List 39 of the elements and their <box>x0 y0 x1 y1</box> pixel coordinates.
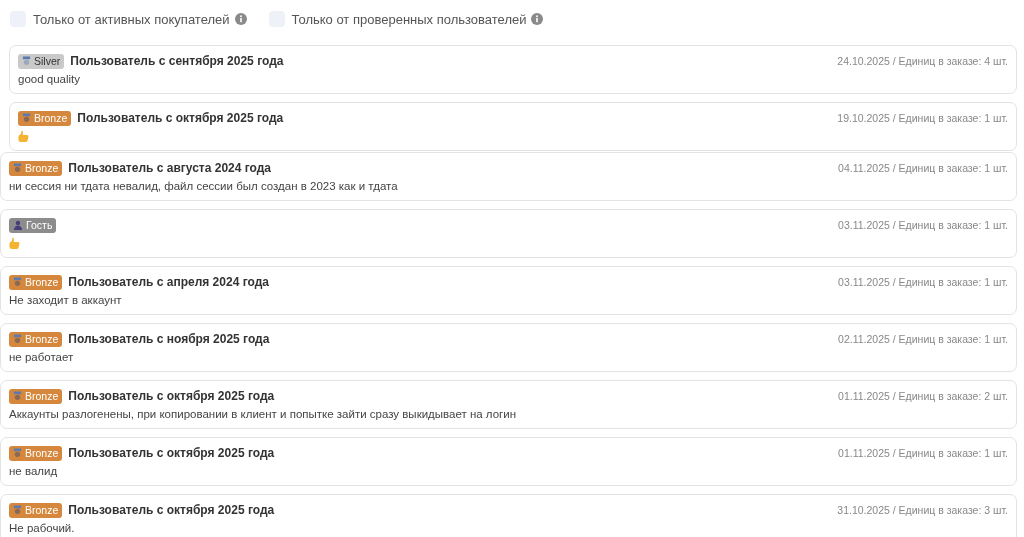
review-text: не работает <box>9 351 75 363</box>
filter-label[interactable]: Только от активных покупателей <box>33 11 230 27</box>
filter-label[interactable]: Только от проверенных пользователей <box>291 11 527 27</box>
tier-badge: Bronze <box>18 110 72 126</box>
review-meta: 01.11.2025 / Единиц в заказе: 1 шт. <box>838 447 1008 459</box>
review-meta: 03.11.2025 / Единиц в заказе: 1 шт. <box>838 276 1008 288</box>
review-meta: 04.11.2025 / Единиц в заказе: 1 шт. <box>838 162 1008 174</box>
tier-badge: Bronze <box>9 388 63 404</box>
tier-badge: Bronze <box>9 331 63 347</box>
review-text: good quality <box>18 73 82 85</box>
review-text: Не рабочий. <box>9 522 76 534</box>
author-name: Пользователь с ноября 2025 года <box>68 332 270 346</box>
review-meta: 02.11.2025 / Единиц в заказе: 1 шт. <box>838 333 1008 345</box>
review-text: Не заходит в аккаунт <box>9 294 123 306</box>
author-name: Пользователь с октября 2025 года <box>68 389 275 403</box>
review-meta: 31.10.2025 / Единиц в заказе: 3 шт. <box>837 504 1008 516</box>
review-text: Аккаунты разлогенены, при копировании в клиент и попытке зайти сразу выкидывает на логин <box>9 408 518 420</box>
review-meta: 01.11.2025 / Единиц в заказе: 2 шт. <box>838 390 1008 402</box>
author-name: Пользователь с октября 2025 года <box>68 446 275 460</box>
info-icon[interactable] <box>234 13 247 25</box>
tier-badge: Bronze <box>9 445 63 461</box>
review-text: ни сессия ни тдата невалид, файл сессии был создан в 2023 как и тдата <box>9 180 399 192</box>
tier-badge: Bronze <box>9 502 63 518</box>
tier-badge: Silver <box>18 53 65 69</box>
review-meta: 19.10.2025 / Единиц в заказе: 1 шт. <box>837 112 1008 124</box>
author-name: Пользователь с апреля 2024 года <box>68 275 269 289</box>
tier-badge: Bronze <box>9 160 63 176</box>
review-text: не валид <box>9 465 59 477</box>
author-name: Пользователь с октября 2025 года <box>68 503 275 517</box>
author-name: Пользователь с августа 2024 года <box>68 161 272 175</box>
review-meta: 03.11.2025 / Единиц в заказе: 1 шт. <box>838 219 1008 231</box>
tier-badge: Bronze <box>9 274 63 290</box>
author-name: Пользователь с сентября 2025 года <box>70 54 284 68</box>
info-icon[interactable] <box>531 13 544 25</box>
thumbs-up-icon <box>9 237 20 249</box>
author-name: Пользователь с октября 2025 года <box>77 111 284 125</box>
tier-badge: Гость <box>9 217 57 233</box>
thumbs-up-icon <box>18 130 29 142</box>
review-meta: 24.10.2025 / Единиц в заказе: 4 шт. <box>837 55 1008 67</box>
